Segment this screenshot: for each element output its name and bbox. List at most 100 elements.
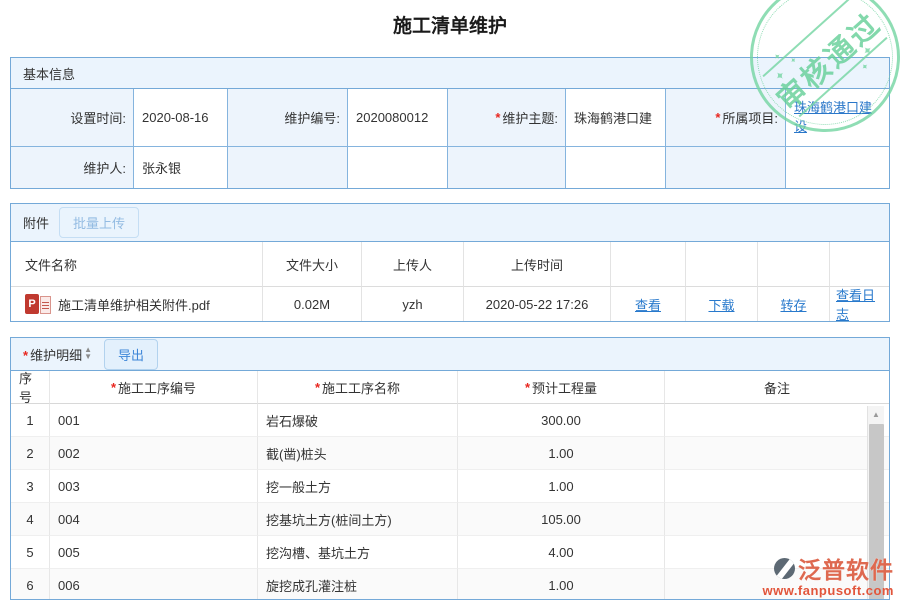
col-empty [830,242,889,287]
name-cell: 挖基坑土方(桩间土方) [258,503,458,536]
attachments-table-header: 文件名称 文件大小 上传人 上传时间 [11,242,889,287]
action-cell: 查看日志 [830,287,889,321]
action-cell: 转存 [758,287,830,321]
action-cell: 下载 [686,287,758,321]
empty-cell [228,146,348,188]
code-cell: 001 [50,404,258,437]
col-uploader: 上传人 [362,242,464,287]
code-cell: 004 [50,503,258,536]
file-upload-time: 2020-05-22 17:26 [464,287,611,321]
maintainer-label: 维护人: [11,146,134,188]
vendor-url: www.fanpusoft.com [762,583,894,598]
maintain-no-value: 2020080012 [348,89,448,146]
pdf-file-icon: P [25,294,51,314]
empty-cell [666,146,786,188]
seq-cell: 4 [11,503,50,536]
action-cell: 查看 [611,287,686,321]
maintain-no-label: 维护编号: [228,89,348,146]
code-cell: 006 [50,569,258,600]
name-cell: 旋挖成孔灌注桩 [258,569,458,600]
seq-cell: 1 [11,404,50,437]
detail-title: *维护明细 [23,345,82,364]
table-row: 4 004 挖基坑土方(桩间土方) 105.00 [11,503,889,536]
vendor-brand: 泛普软件 [798,551,894,585]
subject-value: 珠海鹤港口建 [566,89,666,146]
required-asterisk: * [111,380,116,395]
code-cell: 005 [50,536,258,569]
export-button[interactable]: 导出 [104,339,158,370]
note-cell [665,437,889,470]
basic-info-title: 基本信息 [23,64,75,83]
transfer-link[interactable]: 转存 [780,295,806,314]
note-cell [665,404,889,437]
name-cell: 挖沟槽、基坑土方 [258,536,458,569]
name-cell: 挖一般土方 [258,470,458,503]
col-seq: 序号 [11,371,50,404]
project-link[interactable]: 珠海鹤港口建设 [794,99,881,137]
set-time-value: 2020-08-16 [134,89,228,146]
code-cell: 003 [50,470,258,503]
file-size: 0.02M [263,287,362,321]
project-label: *所属项目: [666,89,786,146]
table-row: 6 006 旋挖成孔灌注桩 1.00 [11,569,889,600]
file-name-cell: P 施工清单维护相关附件.pdf [11,287,263,321]
col-empty [611,242,686,287]
table-row: 1 001 岩石爆破 300.00 [11,404,889,437]
required-asterisk: * [495,110,500,125]
col-file-name: 文件名称 [11,242,263,287]
table-row: 3 003 挖一般土方 1.00 [11,470,889,503]
detail-header: *维护明细 ▲▼ 导出 [11,338,889,371]
empty-cell [566,146,666,188]
col-upload-time: 上传时间 [464,242,611,287]
required-asterisk: * [525,380,530,395]
batch-upload-button[interactable]: 批量上传 [59,207,139,238]
col-file-size: 文件大小 [263,242,362,287]
sort-toggle-icon[interactable]: ▲▼ [84,347,92,361]
quantity-cell: 4.00 [458,536,665,569]
attachments-title: 附件 [23,213,49,232]
quantity-cell: 1.00 [458,569,665,600]
attachments-header: 附件 批量上传 [11,204,889,242]
col-empty [758,242,830,287]
required-asterisk: * [715,110,720,125]
quantity-cell: 300.00 [458,404,665,437]
maintainer-value: 张永银 [134,146,228,188]
vendor-watermark: 泛普软件 www.fanpusoft.com [762,551,894,598]
col-process-code: *施工工序编号 [50,371,258,404]
file-uploader: yzh [362,287,464,321]
seq-cell: 5 [11,536,50,569]
basic-info-grid: 设置时间: 2020-08-16 维护编号: 2020080012 *维护主题:… [11,89,889,188]
view-log-link[interactable]: 查看日志 [836,285,883,323]
basic-info-header: 基本信息 [11,58,889,89]
empty-cell [448,146,566,188]
col-process-name: *施工工序名称 [258,371,458,404]
seq-cell: 2 [11,437,50,470]
table-row: 5 005 挖沟槽、基坑土方 4.00 [11,536,889,569]
seq-cell: 3 [11,470,50,503]
scroll-up-arrow[interactable]: ▲ [868,406,884,423]
view-link[interactable]: 查看 [635,295,661,314]
name-cell: 岩石爆破 [258,404,458,437]
page-title: 施工清单维护 [0,11,900,38]
download-link[interactable]: 下载 [708,295,734,314]
attachment-row: P 施工清单维护相关附件.pdf 0.02M yzh 2020-05-22 17… [11,287,889,321]
file-name: 施工清单维护相关附件.pdf [58,295,210,314]
quantity-cell: 1.00 [458,437,665,470]
seq-cell: 6 [11,569,50,600]
required-asterisk: * [23,348,28,363]
table-row: 2 002 截(凿)桩头 1.00 [11,437,889,470]
name-cell: 截(凿)桩头 [258,437,458,470]
note-cell [665,470,889,503]
project-value-cell: 珠海鹤港口建设 [786,89,889,146]
detail-table-header: 序号 *施工工序编号 *施工工序名称 *预计工程量 备注 [11,371,889,404]
empty-cell [348,146,448,188]
quantity-cell: 1.00 [458,470,665,503]
empty-cell [786,146,889,188]
detail-panel: *维护明细 ▲▼ 导出 序号 *施工工序编号 *施工工序名称 *预计工程量 备注… [10,337,890,600]
subject-label: *维护主题: [448,89,566,146]
col-quantity: *预计工程量 [458,371,665,404]
vendor-logo-icon [774,558,795,579]
quantity-cell: 105.00 [458,503,665,536]
note-cell [665,503,889,536]
set-time-label: 设置时间: [11,89,134,146]
